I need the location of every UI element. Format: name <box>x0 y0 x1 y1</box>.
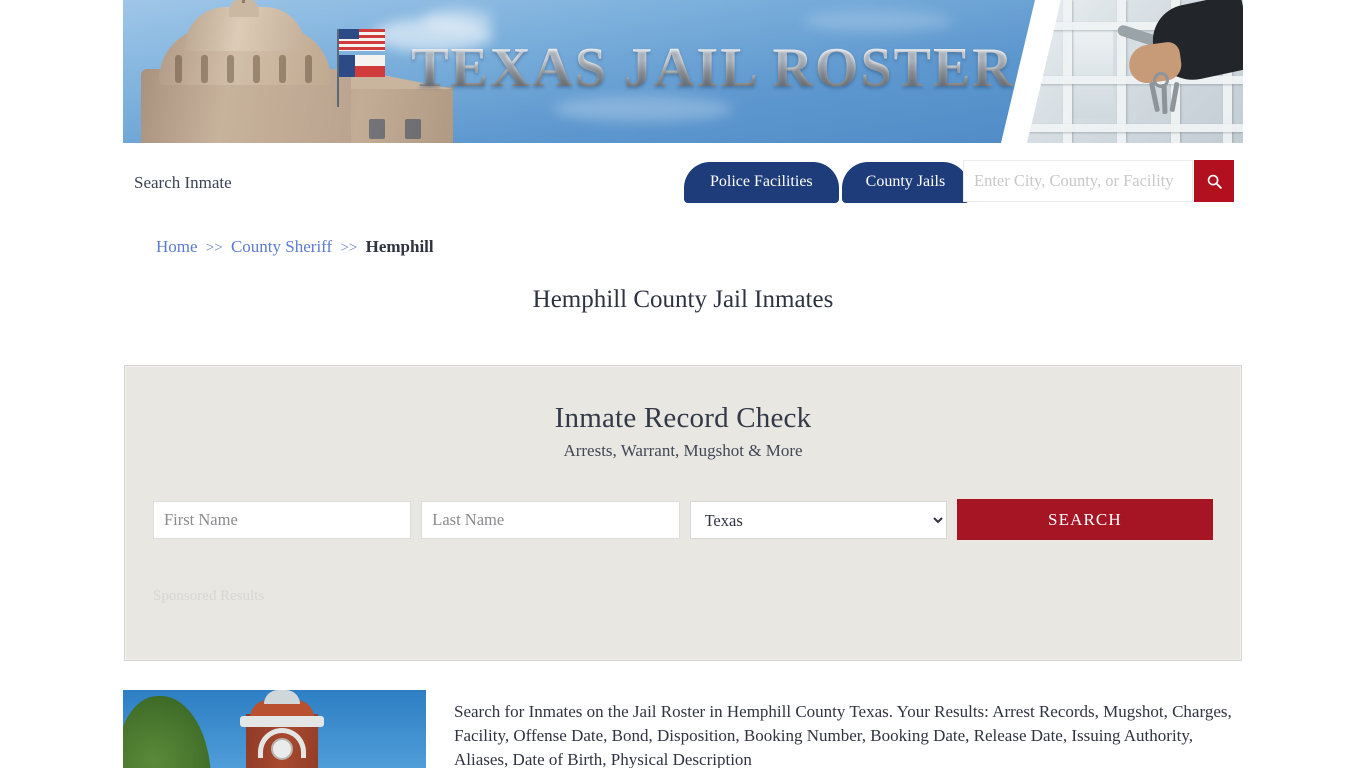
widget-title: Inmate Record Check <box>554 402 812 434</box>
search-icon <box>1207 174 1222 189</box>
inmate-search-form: Texas SEARCH <box>153 499 1213 540</box>
bottom-section: Search for Inmates on the Jail Roster in… <box>123 690 1243 768</box>
tree-decoration <box>123 696 211 768</box>
site-nav: Search Inmate Police Facilities County J… <box>123 143 1243 223</box>
page-description: Search for Inmates on the Jail Roster in… <box>454 702 1232 768</box>
cloud-decoration <box>803 10 953 32</box>
site-banner: TEXAS JAIL ROSTER <box>123 0 1243 143</box>
widget-subtitle: Arrests, Warrant, Mugshot & More <box>563 441 803 460</box>
tab-county-jails[interactable]: County Jails <box>841 162 970 203</box>
tower-dome <box>264 690 300 704</box>
nav-search-button[interactable] <box>1194 160 1234 202</box>
search-button[interactable]: SEARCH <box>956 499 1213 540</box>
breadcrumb-separator: >> <box>340 240 358 256</box>
tab-police-facilities[interactable]: Police Facilities <box>684 162 839 203</box>
courthouse-thumbnail <box>123 690 426 768</box>
state-select[interactable]: Texas <box>689 501 947 539</box>
breadcrumb-item-home[interactable]: Home <box>156 237 198 256</box>
breadcrumb-item-current: Hemphill <box>365 237 434 256</box>
nav-brand-label[interactable]: Search Inmate <box>134 173 232 193</box>
banner-title: TEXAS JAIL ROSTER <box>123 36 1243 100</box>
page-root: TEXAS JAIL ROSTER Search Inmate Police F… <box>0 0 1366 768</box>
breadcrumb-item-county-sheriff[interactable]: County Sheriff <box>231 237 332 256</box>
sponsored-results-label: Sponsored Results <box>153 588 265 604</box>
page-title: Hemphill County Jail Inmates <box>532 286 834 313</box>
breadcrumb: Home >> County Sheriff >> Hemphill <box>123 223 1243 257</box>
tower-cornice <box>240 716 324 727</box>
clock-face <box>271 738 293 760</box>
last-name-input[interactable] <box>421 501 680 539</box>
inmate-record-check-widget: Inmate Record Check Arrests, Warrant, Mu… <box>123 365 1243 661</box>
capitol-spire <box>242 0 245 3</box>
nav-tabs: Police Facilities County Jails <box>684 158 970 203</box>
first-name-input[interactable] <box>153 501 412 539</box>
breadcrumb-separator: >> <box>205 240 223 256</box>
nav-search-input[interactable] <box>963 160 1193 202</box>
